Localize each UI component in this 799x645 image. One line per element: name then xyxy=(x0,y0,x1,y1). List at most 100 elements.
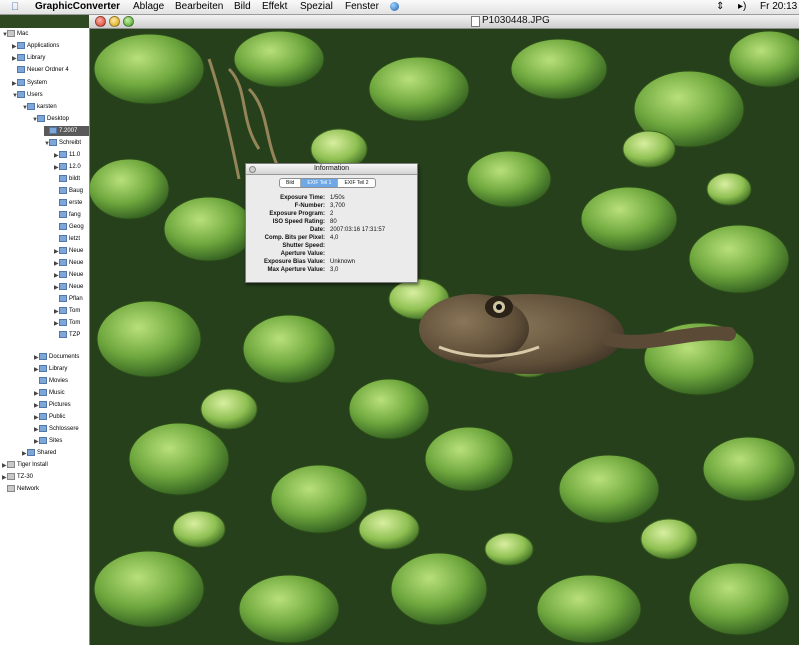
sidebar-item-schreibt[interactable]: ▼ Schreibt xyxy=(44,138,81,148)
sidebar-item-geog[interactable]: Geog xyxy=(54,222,84,232)
sidebar-item-letzt[interactable]: letzt xyxy=(54,234,80,244)
tab-exif-teil-2[interactable]: EXIF Teil 2 xyxy=(338,179,374,187)
folder-icon xyxy=(59,234,67,242)
sidebar-item-applications[interactable]: ▶ Applications xyxy=(12,41,59,51)
close-icon[interactable] xyxy=(249,166,256,173)
folder-icon xyxy=(59,222,67,230)
folder-icon xyxy=(17,41,25,49)
sidebar-item-neue-1[interactable]: ▶ Neue xyxy=(54,246,83,256)
tab-exif-teil-1[interactable]: EXIF Teil 1 xyxy=(301,179,339,187)
app-menu[interactable]: GraphicConverter xyxy=(35,1,120,12)
sidebar-item-movies[interactable]: Movies xyxy=(34,376,68,386)
folder-icon xyxy=(39,424,47,432)
image-canvas[interactable] xyxy=(89,29,799,645)
sidebar-item-erste[interactable]: erste xyxy=(54,198,82,208)
folder-icon xyxy=(59,198,67,206)
sidebar-item-music[interactable]: ▶ Music xyxy=(34,388,65,398)
sidebar-item-tom-1[interactable]: ▶ Tom xyxy=(54,306,80,316)
sidebar-item-fang[interactable]: fang xyxy=(54,210,81,220)
folder-icon xyxy=(39,352,47,360)
sidebar-item-shared[interactable]: ▶ Shared xyxy=(22,448,56,458)
exif-row-comp-bits: Comp. Bits per Pixel: 4,0 xyxy=(264,235,339,241)
sidebar-item-library[interactable]: ▶ Library xyxy=(12,53,45,63)
info-panel-title: Information xyxy=(313,165,350,172)
sidebar-item-tiger-install[interactable]: ▶ Tiger Install xyxy=(2,460,48,470)
info-tabs: Bild EXIF Teil 1 EXIF Teil 2 xyxy=(279,178,376,188)
folder-icon xyxy=(39,436,47,444)
hard-disk-icon xyxy=(7,460,15,468)
sidebar-item-schlossere[interactable]: ▶ Schlossere xyxy=(34,424,79,434)
info-panel-titlebar[interactable]: Information xyxy=(246,164,417,175)
hard-disk-icon xyxy=(7,29,15,37)
volume-icon[interactable]: ▸) xyxy=(738,1,746,12)
folder-icon xyxy=(59,150,67,158)
menu-fenster[interactable]: Fenster xyxy=(345,1,379,12)
sidebar-item-public[interactable]: ▶ Public xyxy=(34,412,65,422)
folder-icon xyxy=(59,282,67,290)
sidebar-item-neue-3[interactable]: ▶ Neue xyxy=(54,270,83,280)
sidebar-item-12-0[interactable]: ▶ 12.0 xyxy=(54,162,81,172)
zoom-window-button[interactable] xyxy=(123,16,134,27)
folder-icon xyxy=(59,318,67,326)
menu-effekt[interactable]: Effekt xyxy=(262,1,287,12)
sidebar-item-pflan[interactable]: Pflan xyxy=(54,294,83,304)
sidebar-item-11-0[interactable]: ▶ 11.0 xyxy=(54,150,80,160)
sidebar-item-neuer-ordner-4[interactable]: Neuer Ordner 4 xyxy=(12,65,69,75)
information-panel: Information Bild EXIF Teil 1 EXIF Teil 2… xyxy=(245,163,418,283)
folder-icon xyxy=(59,294,67,302)
network-icon xyxy=(7,484,15,492)
sidebar-item-sites[interactable]: ▶ Sites xyxy=(34,436,62,446)
folder-icon xyxy=(17,65,25,73)
menu-bearbeiten[interactable]: Bearbeiten xyxy=(175,1,223,12)
sidebar-item-desktop[interactable]: ▼ Desktop xyxy=(32,114,69,124)
folder-icon xyxy=(59,162,67,170)
menu-spezial[interactable]: Spezial xyxy=(300,1,333,12)
apple-menu-icon[interactable]:  xyxy=(11,1,19,13)
folder-icon xyxy=(59,186,67,194)
window-titlebar: P1030448.JPG xyxy=(89,14,799,29)
minimize-window-button[interactable] xyxy=(109,16,120,27)
disk-icon xyxy=(7,472,15,480)
sidebar-item-neue-2[interactable]: ▶ Neue xyxy=(54,258,83,268)
sidebar-item-baug[interactable]: Baug xyxy=(54,186,83,196)
sidebar-item-tz-30[interactable]: ▶ TZ-30 xyxy=(2,472,33,482)
sidebar-item-neue-4[interactable]: ▶ Neue xyxy=(54,282,83,292)
sidebar-item-users[interactable]: ▼ Users xyxy=(12,90,43,100)
file-browser-sidebar: ▼ Mac ▶ Applications ▶ Library Neuer Ordner… xyxy=(0,28,90,645)
folder-icon xyxy=(59,246,67,254)
folder-icon xyxy=(17,53,25,61)
sidebar-item-7-2007[interactable]: 7.2007 xyxy=(44,126,89,136)
sidebar-item-library-user[interactable]: ▶ Library xyxy=(34,364,67,374)
exif-row-f-number: F-Number: 3,700 xyxy=(294,203,346,209)
sidebar-item-tom-2[interactable]: ▶ Tom xyxy=(54,318,80,328)
folder-icon xyxy=(59,270,67,278)
sidebar-item-tzp[interactable]: TZP xyxy=(54,330,80,340)
sidebar-item-system[interactable]: ▶ System xyxy=(12,78,47,88)
sidebar-item-mac[interactable]: ▼ Mac xyxy=(2,29,28,39)
exif-row-max-aperture: Max Aperture Value: 3,0 xyxy=(267,267,339,273)
folder-icon xyxy=(59,258,67,266)
folder-icon xyxy=(27,448,35,456)
exif-row-shutter-speed: Shutter Speed: xyxy=(282,243,325,249)
menu-clock[interactable]: Fr 20:13 xyxy=(760,1,797,12)
script-menu-icon[interactable] xyxy=(390,2,399,11)
sidebar-item-documents[interactable]: ▶ Documents xyxy=(34,352,79,362)
close-window-button[interactable] xyxy=(95,16,106,27)
menu-bild[interactable]: Bild xyxy=(234,1,251,12)
bluetooth-icon[interactable]: ⇕ xyxy=(716,1,724,12)
exif-row-aperture-value: Aperture Value: xyxy=(280,251,325,257)
folder-icon xyxy=(39,364,47,372)
folder-icon xyxy=(59,174,67,182)
exif-row-exposure-time: Exposure Time: 1/50s xyxy=(280,195,345,201)
sidebar-item-karsten[interactable]: ▼ karsten xyxy=(22,102,57,112)
menu-ablage[interactable]: Ablage xyxy=(133,1,164,12)
folder-icon xyxy=(59,210,67,218)
sidebar-item-pictures[interactable]: ▶ Pictures xyxy=(34,400,71,410)
folder-icon xyxy=(39,388,47,396)
sidebar-item-bildt[interactable]: bildt xyxy=(54,174,80,184)
folder-icon xyxy=(37,114,45,122)
tab-bild[interactable]: Bild xyxy=(280,179,302,187)
sidebar-item-network[interactable]: Network xyxy=(2,484,39,494)
window-title: P1030448.JPG xyxy=(482,15,550,26)
folder-icon xyxy=(59,330,67,338)
